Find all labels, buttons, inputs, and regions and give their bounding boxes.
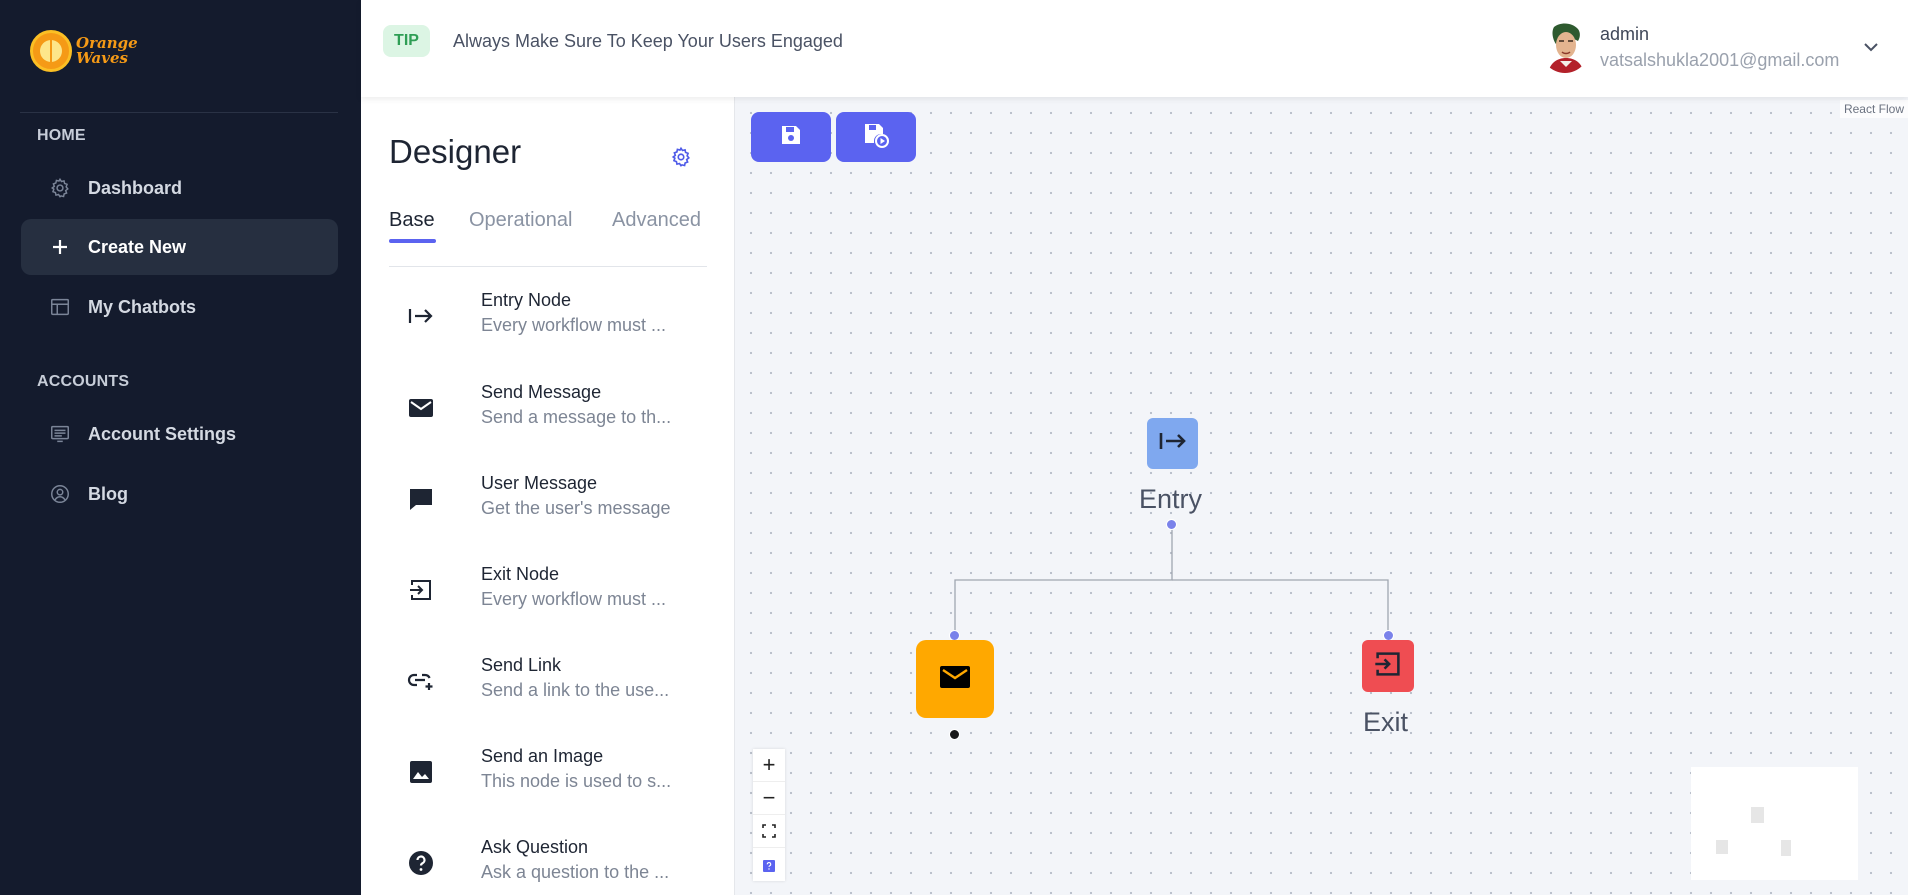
exit-icon	[1373, 649, 1403, 684]
node-item-desc: Send a message to th...	[481, 407, 672, 427]
node-item-send-link[interactable]: Send Link Send a link to the use...	[389, 655, 707, 725]
node-item-desc: Get the user's message	[481, 498, 671, 518]
help-button[interactable]	[753, 848, 785, 881]
plus-icon	[48, 235, 72, 259]
user-email: vatsalshukla2001@gmail.com	[1600, 50, 1840, 70]
top-header: TIP Always Make Sure To Keep Your Users …	[361, 0, 1908, 97]
sidebar-item-account-settings[interactable]: Account Settings	[21, 406, 338, 462]
zoom-in-button[interactable]: +	[753, 749, 785, 782]
designer-panel: Designer Base Operational Advanced Entry…	[361, 97, 735, 895]
node-item-title: Send Message	[481, 382, 602, 402]
sidebar-item-label: Blog	[88, 483, 128, 504]
node-item-desc: Every workflow must ...	[481, 589, 667, 609]
node-item-desc: Every workflow must ...	[481, 315, 667, 335]
sidebar-item-label: Create New	[88, 236, 187, 257]
sidebar-item-label: Account Settings	[88, 423, 237, 444]
node-item-title: Entry Node	[481, 290, 572, 310]
fit-view-button[interactable]	[753, 815, 785, 848]
edge-entry-to-message[interactable]	[954, 525, 1173, 635]
flow-minimap[interactable]	[1691, 767, 1858, 880]
flow-node-exit[interactable]	[1362, 640, 1414, 692]
sidebar-item-blog[interactable]: Blog	[21, 466, 338, 522]
settings-gear-icon[interactable]	[669, 145, 693, 169]
minimap-node	[1751, 807, 1764, 823]
flow-node-entry[interactable]	[1147, 418, 1198, 469]
node-item-title: User Message	[481, 473, 598, 493]
sidebar-divider	[20, 112, 338, 113]
logo-line2: Waves	[76, 49, 128, 67]
chat-bubble-icon	[407, 485, 435, 513]
entry-arrow-icon	[1158, 430, 1188, 457]
section-home-title: HOME	[37, 127, 86, 144]
node-item-desc: Ask a question to the ...	[481, 862, 670, 882]
flow-node-entry-label: Entry	[1139, 484, 1203, 514]
chevron-down-icon[interactable]	[1860, 36, 1882, 58]
zoom-out-button[interactable]: −	[753, 782, 785, 815]
orange-logo-icon	[30, 30, 72, 72]
user-circle-icon	[48, 482, 72, 506]
tab-base[interactable]: Base	[389, 209, 435, 232]
fit-view-icon	[762, 818, 776, 844]
node-item-entry[interactable]: Entry Node Every workflow must ...	[389, 290, 707, 360]
flow-node-send-message[interactable]	[916, 640, 994, 718]
sidebar-item-label: My Chatbots	[88, 296, 196, 317]
node-item-desc: This node is used to s...	[481, 771, 672, 791]
sidebar-item-my-chatbots[interactable]: My Chatbots	[21, 279, 338, 335]
node-item-exit[interactable]: Exit Node Every workflow must ...	[389, 564, 707, 634]
avatar[interactable]	[1540, 21, 1590, 73]
node-item-title: Exit Node	[481, 564, 560, 584]
tip-text: Always Make Sure To Keep Your Users Enga…	[453, 31, 843, 51]
node-item-title: Send an Image	[481, 746, 604, 766]
sidebar: Orange Waves HOME Dashboard Create New M…	[0, 0, 361, 895]
node-item-user-message[interactable]: User Message Get the user's message	[389, 473, 707, 543]
tab-advanced[interactable]: Advanced	[612, 209, 701, 232]
node-item-send-image[interactable]: Send an Image This node is used to s...	[389, 746, 707, 816]
entry-arrow-icon	[407, 302, 435, 330]
edge-entry-to-exit[interactable]	[1172, 579, 1389, 635]
table-icon	[48, 295, 72, 319]
flow-node-exit-label: Exit	[1363, 707, 1409, 737]
mail-icon	[939, 664, 971, 695]
question-icon	[407, 849, 435, 877]
node-item-desc: Send a link to the use...	[481, 680, 670, 700]
tabs-divider	[389, 266, 707, 267]
monitor-icon	[48, 422, 72, 446]
brand-logo[interactable]: Orange Waves	[30, 30, 138, 72]
minimap-node	[1781, 840, 1791, 856]
exit-icon	[407, 576, 435, 604]
node-item-title: Ask Question	[481, 837, 589, 857]
designer-title: Designer	[389, 133, 522, 170]
entry-source-handle[interactable]	[1166, 519, 1177, 530]
active-tab-indicator	[389, 239, 436, 243]
tab-operational[interactable]: Operational	[469, 209, 572, 232]
user-name: admin	[1600, 24, 1650, 44]
gear-icon	[48, 176, 72, 200]
tip-badge: TIP	[383, 25, 430, 57]
node-item-title: Send Link	[481, 655, 562, 675]
flow-canvas[interactable]: React Flow Entry Exit + −	[735, 97, 1908, 895]
sidebar-item-label: Dashboard	[88, 177, 183, 198]
node-item-ask-question[interactable]: Ask Question Ask a question to the ...	[389, 837, 707, 895]
message-source-handle[interactable]	[949, 729, 960, 740]
flow-controls: + −	[753, 749, 785, 881]
section-accounts-title: ACCOUNTS	[37, 373, 130, 390]
sidebar-item-create-new[interactable]: Create New	[21, 219, 338, 275]
image-icon	[407, 758, 435, 786]
mail-icon	[407, 394, 435, 422]
node-item-send-message[interactable]: Send Message Send a message to th...	[389, 382, 707, 452]
help-icon	[763, 852, 775, 878]
link-icon	[407, 667, 435, 695]
logo-text: Orange Waves	[76, 36, 138, 66]
sidebar-item-dashboard[interactable]: Dashboard	[21, 160, 338, 216]
minimap-node	[1716, 840, 1728, 854]
